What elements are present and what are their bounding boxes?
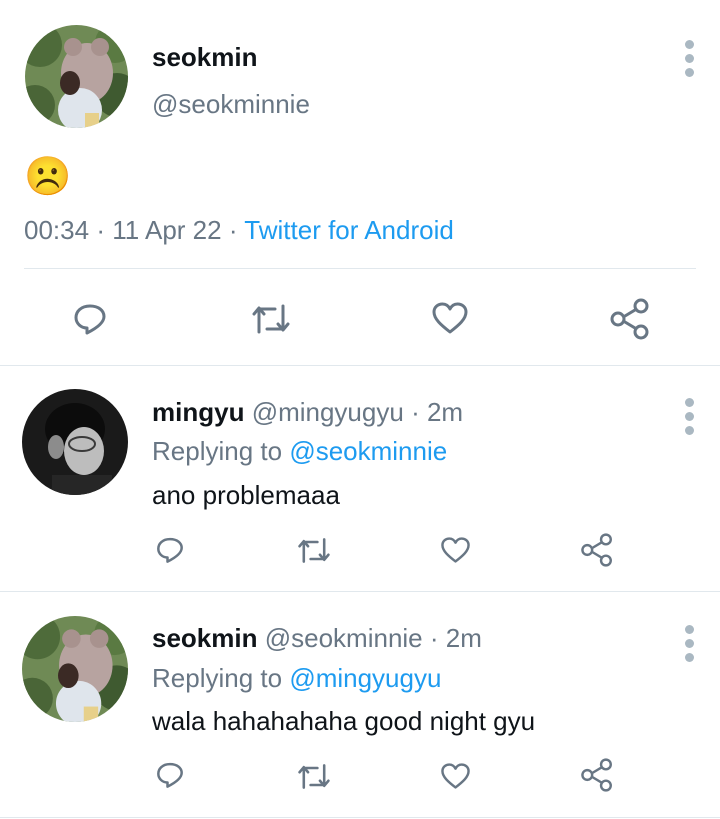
divider bbox=[0, 365, 720, 366]
tweet-content-emoji: ☹️ bbox=[24, 156, 72, 198]
divider bbox=[0, 817, 720, 818]
tweet-source-link[interactable]: Twitter for Android bbox=[244, 215, 454, 245]
dot-icon bbox=[684, 426, 694, 435]
replying-to-handle[interactable]: @mingyugyu bbox=[289, 663, 441, 693]
meta-dot: · bbox=[96, 215, 105, 245]
reply-icon bbox=[74, 304, 106, 335]
reply-text-1: ano problemaaa bbox=[152, 480, 340, 510]
replying-to-2: Replying to @mingyugyu bbox=[152, 663, 441, 694]
tweet-meta: 00:34 · 11 Apr 22 · Twitter for Android bbox=[24, 215, 454, 246]
dot-icon bbox=[684, 625, 694, 634]
divider bbox=[0, 591, 720, 592]
share-button-main[interactable] bbox=[609, 298, 651, 340]
retweet-icon bbox=[252, 304, 290, 334]
share-button-r1[interactable] bbox=[580, 533, 614, 567]
reply-handle[interactable]: @seokminnie bbox=[265, 623, 423, 653]
more-options-main[interactable] bbox=[683, 40, 695, 77]
meta-dot: · bbox=[411, 397, 420, 427]
like-button-r1[interactable] bbox=[440, 536, 471, 564]
more-options-reply-1[interactable] bbox=[683, 398, 695, 435]
dot-icon bbox=[684, 639, 694, 648]
retweet-button-main[interactable] bbox=[251, 302, 291, 336]
reply-header-1: mingyu @mingyugyu · 2m bbox=[152, 397, 463, 428]
reply-text-2: wala hahahahaha good night gyu bbox=[152, 706, 536, 736]
replying-to-label: Replying to bbox=[152, 436, 283, 466]
reply-display-name[interactable]: seokmin bbox=[152, 623, 258, 653]
reply-button-r2[interactable] bbox=[155, 760, 185, 790]
reply-display-name[interactable]: mingyu bbox=[152, 397, 244, 427]
reply-handle[interactable]: @mingyugyu bbox=[252, 397, 404, 427]
heart-icon bbox=[441, 763, 470, 789]
like-button-r2[interactable] bbox=[440, 762, 471, 790]
dot-icon bbox=[684, 54, 694, 63]
dot-icon bbox=[684, 653, 694, 662]
tweet-time: 00:34 bbox=[24, 215, 90, 245]
heart-icon bbox=[432, 302, 468, 334]
reply-icon bbox=[157, 762, 183, 788]
retweet-icon bbox=[298, 538, 330, 563]
reply-timestamp: 2m bbox=[426, 397, 464, 427]
reply-header-2: seokmin @seokminnie · 2m bbox=[152, 623, 482, 654]
divider bbox=[24, 268, 696, 269]
like-button-main[interactable] bbox=[431, 301, 469, 335]
reply-timestamp: 2m bbox=[445, 623, 482, 653]
reply-button-main[interactable] bbox=[72, 301, 108, 337]
dot-icon bbox=[684, 68, 694, 77]
retweet-button-r1[interactable] bbox=[297, 536, 331, 565]
avatar-seokmin[interactable] bbox=[25, 25, 128, 128]
tweet-date: 11 Apr 22 bbox=[112, 215, 222, 245]
avatar-mingyu[interactable] bbox=[22, 389, 128, 495]
meta-dot: · bbox=[228, 215, 238, 245]
dot-icon bbox=[684, 412, 694, 421]
share-icon bbox=[581, 533, 612, 567]
dot-icon bbox=[684, 40, 694, 49]
retweet-icon bbox=[298, 764, 330, 789]
replying-to-1: Replying to @seokminnie bbox=[152, 436, 447, 467]
dot-icon bbox=[684, 398, 694, 407]
heart-icon bbox=[441, 537, 470, 563]
share-icon bbox=[610, 298, 649, 340]
share-icon bbox=[581, 758, 612, 792]
replying-to-label: Replying to bbox=[152, 663, 283, 693]
main-handle[interactable]: @seokminnie bbox=[152, 89, 310, 120]
replying-to-handle[interactable]: @seokminnie bbox=[289, 436, 447, 466]
reply-button-r1[interactable] bbox=[155, 535, 185, 565]
reply-icon bbox=[157, 537, 183, 563]
avatar-seokmin[interactable] bbox=[22, 616, 128, 722]
retweet-button-r2[interactable] bbox=[297, 762, 331, 791]
meta-dot: · bbox=[429, 623, 439, 653]
share-button-r2[interactable] bbox=[580, 758, 614, 792]
main-display-name[interactable]: seokmin bbox=[152, 42, 258, 73]
more-options-reply-2[interactable] bbox=[683, 625, 695, 662]
